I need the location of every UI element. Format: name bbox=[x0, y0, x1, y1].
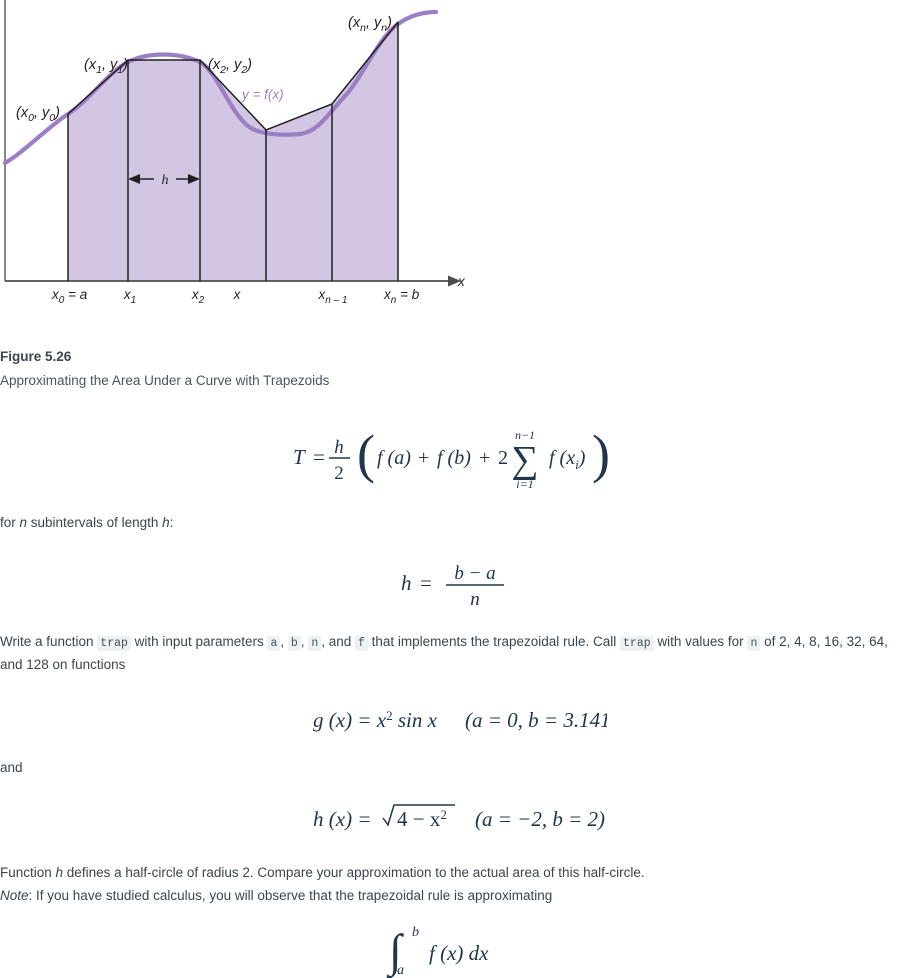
formula-coefficient-2: 2 bbox=[498, 447, 508, 469]
note-body: : If you have studied calculus, you will… bbox=[28, 888, 553, 903]
curve-label: y = f(x) bbox=[241, 87, 284, 102]
note-label: Note bbox=[0, 888, 29, 903]
figure-svg: h (x0, y0) (x1, y1) (x2, y2) (xn, yn) y … bbox=[0, 0, 480, 325]
g-function-expression: g (x) = x2 sin x bbox=[313, 708, 438, 732]
formula-paren-open: ( bbox=[357, 424, 375, 484]
figure-caption: Figure 5.26 Approximating the Area Under… bbox=[0, 347, 914, 392]
formula-h-definition: h = b − a n bbox=[0, 555, 914, 611]
formula-term-fa: f (a) bbox=[377, 447, 411, 469]
h-def-numerator: b − a bbox=[454, 563, 495, 584]
formula-g-function: g (x) = x2 sin x (a = 0, b = 3.14159) bbox=[0, 701, 914, 737]
figure-trapezoid-diagram: h (x0, y0) (x1, y1) (x2, y2) (xn, yn) y … bbox=[0, 0, 480, 325]
formula-term-fb: f (b) bbox=[437, 447, 471, 469]
code-trap-2: trap bbox=[620, 636, 654, 651]
formula-plus-2: + bbox=[479, 447, 490, 469]
x-tick-label-x: x bbox=[233, 287, 242, 302]
formula-paren-close: ) bbox=[592, 424, 610, 484]
h-function-bounds: (a = −2, b = 2) bbox=[475, 807, 605, 831]
integral-svg: ∫ b a f (x) dx bbox=[386, 925, 489, 978]
formula-T-lhs: T bbox=[293, 445, 306, 469]
code-param-n: n bbox=[308, 636, 322, 651]
g-function-bounds: (a = 0, b = 3.14159) bbox=[465, 708, 607, 732]
and-word: and bbox=[0, 760, 23, 775]
figure-title: Approximating the Area Under a Curve wit… bbox=[0, 373, 330, 388]
h-definition-svg: h = b − a n bbox=[401, 563, 504, 610]
formula-summation-lower: i=1 bbox=[516, 477, 533, 491]
and-connector: and bbox=[0, 757, 914, 778]
subintervals-n: n bbox=[19, 515, 28, 530]
formula-summation-symbol: ∑ bbox=[511, 439, 538, 481]
formula-frac-denominator: 2 bbox=[334, 463, 344, 484]
task-text-2: with input parameters bbox=[130, 634, 268, 649]
h-def-denominator: n bbox=[470, 589, 480, 610]
halfcircle-paragraph: Function h defines a half-circle of radi… bbox=[0, 862, 914, 883]
figure-number: Figure 5.26 bbox=[0, 349, 72, 364]
task-paragraph: Write a function trap with input paramet… bbox=[0, 631, 914, 675]
x-axis-label: x bbox=[457, 274, 466, 289]
code-param-a: a bbox=[267, 636, 281, 651]
h-function-lhs: h (x) = bbox=[313, 807, 371, 831]
halfcircle-text-1: Function bbox=[0, 865, 56, 880]
g-function-svg: g (x) = x2 sin x (a = 0, b = 3.14159) bbox=[313, 708, 607, 732]
subintervals-colon: : bbox=[169, 515, 174, 530]
h-interval-label: h bbox=[162, 173, 169, 188]
integral-upper-limit: b bbox=[412, 925, 419, 940]
formula-h-function: h (x) = 4 − x2 (a = −2, b = 2) bbox=[0, 796, 914, 840]
task-comma-1: , bbox=[280, 634, 288, 649]
formula-plus-1: + bbox=[418, 447, 429, 469]
h-def-lhs: h bbox=[401, 571, 412, 595]
code-trap-1: trap bbox=[97, 636, 131, 651]
code-param-f: f bbox=[355, 636, 368, 651]
subintervals-h: h bbox=[162, 515, 170, 530]
formula-trapezoidal-rule: T = h 2 ( f (a) + f (b) + 2 ∑ n−1 i=1 f … bbox=[0, 422, 914, 494]
h-function-svg: h (x) = 4 − x2 (a = −2, b = 2) bbox=[313, 804, 605, 831]
h-function-radicand: 4 − x2 bbox=[397, 807, 447, 831]
code-param-b: b bbox=[287, 636, 301, 651]
integral-lower-limit: a bbox=[397, 963, 404, 978]
note-paragraph: Note: If you have studied calculus, you … bbox=[0, 885, 914, 906]
task-text-1: Write a function bbox=[0, 634, 98, 649]
h-def-equals: = bbox=[420, 571, 432, 595]
trapezoidal-rule-svg: T = h 2 ( f (a) + f (b) + 2 ∑ n−1 i=1 f … bbox=[293, 424, 610, 491]
halfcircle-h: h bbox=[55, 865, 64, 880]
page-root: h (x0, y0) (x1, y1) (x2, y2) (xn, yn) y … bbox=[0, 0, 914, 978]
subintervals-prefix: for bbox=[0, 515, 20, 530]
formula-equals: = bbox=[313, 445, 325, 469]
formula-summand: f (xi) bbox=[549, 447, 586, 472]
task-text-4: that implements the trapezoidal rule. Ca… bbox=[367, 634, 621, 649]
halfcircle-text-2: defines a half-circle of radius 2. Compa… bbox=[63, 865, 645, 880]
integral-integrand: f (x) dx bbox=[429, 941, 489, 965]
formula-frac-numerator: h bbox=[334, 437, 344, 458]
subintervals-sentence: for n subintervals of length h: bbox=[0, 512, 914, 533]
task-text-5: with values for bbox=[653, 634, 748, 649]
formula-summation-upper: n−1 bbox=[515, 428, 535, 442]
formula-integral: ∫ b a f (x) dx bbox=[0, 920, 914, 978]
subintervals-mid: subintervals of length bbox=[27, 515, 163, 530]
code-param-n-2: n bbox=[747, 636, 761, 651]
task-text-3: , and bbox=[321, 634, 355, 649]
